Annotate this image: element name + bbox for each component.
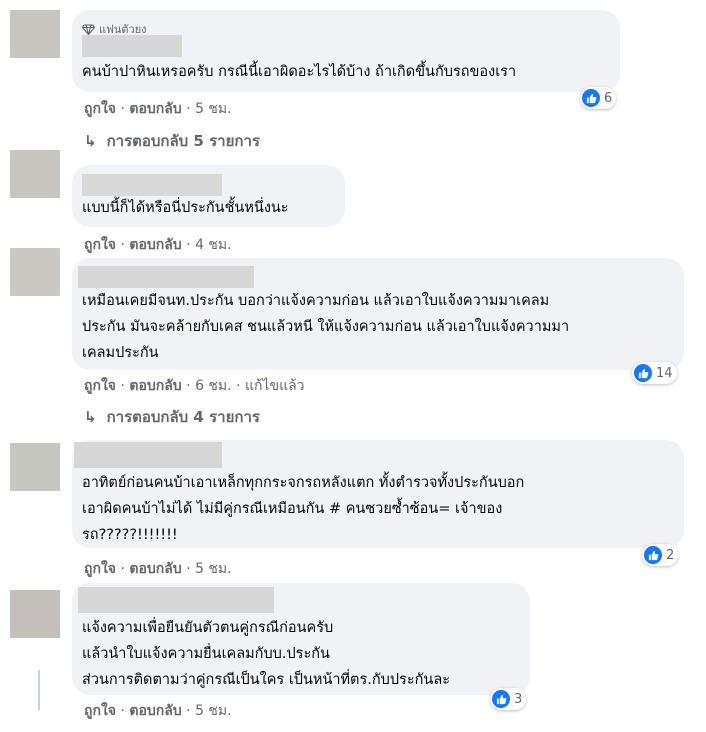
thread-line (38, 670, 40, 710)
reply-button[interactable]: ตอบกลับ (129, 703, 181, 719)
like-icon (582, 89, 600, 107)
reaction-count[interactable]: 3 (490, 688, 527, 710)
reaction-count[interactable]: 14 (632, 362, 677, 384)
diamond-icon (82, 23, 95, 35)
comment-actions: ถูกใจ · ตอบกลับ · 5 ชม. (84, 703, 232, 719)
reaction-count-text: 3 (514, 691, 523, 707)
comment-actions: ถูกใจ · ตอบกลับ · 6 ชม. · แก้ไขแล้ว (84, 378, 305, 394)
comment-text: อาทิตย์ก่อนคนบ้าเอาเหล็กทุกกระจกรถหลังแต… (82, 475, 525, 543)
like-icon (492, 690, 510, 708)
comment-text: คนบ้าปาหินเหรอครับ กรณีนี้เอาผิดอะไรได้บ… (82, 64, 517, 80)
like-button[interactable]: ถูกใจ (84, 561, 116, 577)
like-icon (644, 546, 662, 564)
comment-actions: ถูกใจ · ตอบกลับ · 5 ชม. (84, 101, 232, 117)
comment-time[interactable]: 5 ชม. (195, 101, 232, 117)
like-button[interactable]: ถูกใจ (84, 101, 116, 117)
comment-time[interactable]: 6 ชม. (195, 378, 232, 394)
comment-actions: ถูกใจ · ตอบกลับ · 4 ชม. (84, 237, 232, 253)
reaction-count[interactable]: 2 (642, 544, 679, 566)
reply-button[interactable]: ตอบกลับ (129, 378, 181, 394)
commenter-name[interactable] (74, 442, 222, 468)
comment-text: แบบนี้ก็ได้หรือนี่ประกันชั้นหนึ่งนะ (82, 200, 289, 216)
reaction-count-text: 14 (656, 365, 673, 381)
like-icon (634, 364, 652, 382)
commenter-name[interactable] (78, 266, 254, 288)
avatar[interactable] (10, 248, 60, 296)
edited-label[interactable]: แก้ไขแล้ว (245, 378, 305, 394)
comment-time[interactable]: 5 ชม. (195, 703, 232, 719)
comment-text: แจ้งความเพื่อยืนยันตัวตนคู่กรณีก่อนครับ … (82, 620, 451, 688)
commenter-name[interactable] (82, 35, 182, 57)
reply-button[interactable]: ตอบกลับ (129, 561, 181, 577)
comment-actions: ถูกใจ · ตอบกลับ · 5 ชม. (84, 561, 232, 577)
like-button[interactable]: ถูกใจ (84, 237, 116, 253)
commenter-name[interactable] (78, 587, 274, 613)
like-button[interactable]: ถูกใจ (84, 703, 116, 719)
reply-button[interactable]: ตอบกลับ (129, 101, 181, 117)
comment-time[interactable]: 4 ชม. (195, 237, 232, 253)
avatar[interactable] (10, 443, 60, 491)
view-replies-label: การตอบกลับ 4 รายการ (106, 408, 260, 426)
comment-bubble: อาทิตย์ก่อนคนบ้าเอาเหล็กทุกกระจกรถหลังแต… (72, 440, 684, 548)
view-replies-label: การตอบกลับ 5 รายการ (106, 132, 260, 150)
avatar[interactable] (10, 150, 60, 198)
reply-button[interactable]: ตอบกลับ (129, 237, 181, 253)
reaction-count[interactable]: 6 (580, 87, 617, 109)
avatar[interactable] (10, 10, 60, 58)
comment-bubble: เหมือนเคยมีจนท.ประกัน บอกว่าแจ้งความก่อน… (72, 258, 684, 370)
like-button[interactable]: ถูกใจ (84, 378, 116, 394)
avatar[interactable] (10, 590, 60, 638)
comment-text: เหมือนเคยมีจนท.ประกัน บอกว่าแจ้งความก่อน… (82, 293, 570, 361)
reply-arrow-icon: ↳ (84, 132, 97, 150)
view-replies-link[interactable]: ↳ การตอบกลับ 5 รายการ (84, 129, 260, 153)
reaction-count-text: 6 (604, 90, 613, 106)
commenter-name[interactable] (82, 174, 222, 196)
comment-time[interactable]: 5 ชม. (195, 561, 232, 577)
comment-bubble: แจ้งความเพื่อยืนยันตัวตนคู่กรณีก่อนครับ … (72, 583, 530, 695)
comment-bubble: แฟนตัวยง คนบ้าปาหินเหรอครับ กรณีนี้เอาผิ… (72, 10, 620, 92)
view-replies-link[interactable]: ↳ การตอบกลับ 4 รายการ (84, 405, 260, 429)
reply-arrow-icon: ↳ (84, 408, 97, 426)
comment-bubble: แบบนี้ก็ได้หรือนี่ประกันชั้นหนึ่งนะ (72, 165, 345, 227)
reaction-count-text: 2 (666, 547, 675, 563)
